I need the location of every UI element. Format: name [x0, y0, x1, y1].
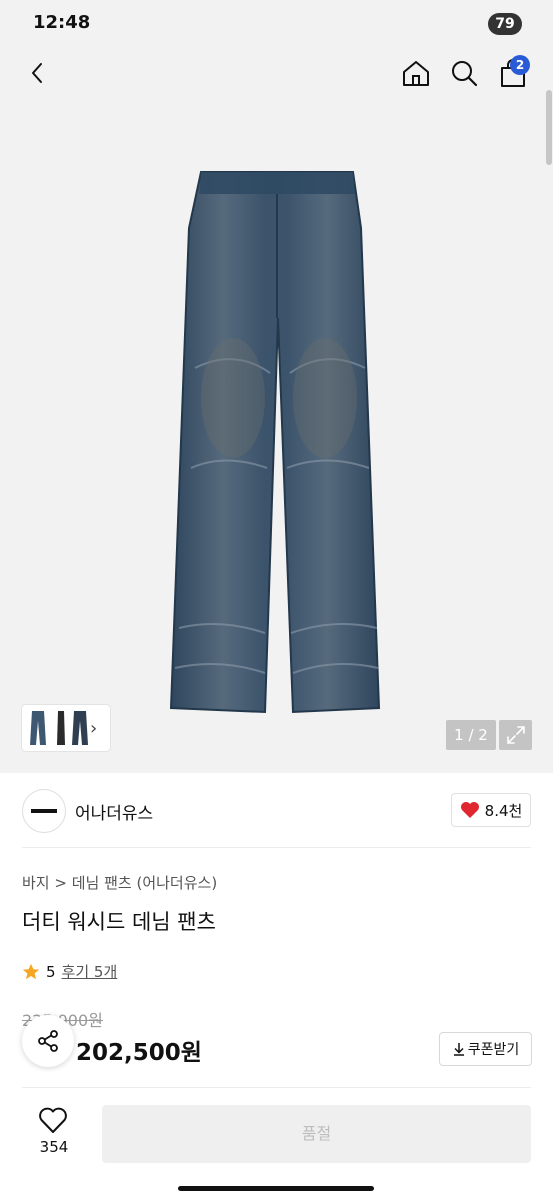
star-icon: [22, 963, 40, 979]
home-indicator: [178, 1186, 374, 1191]
rating-value: 5: [46, 962, 56, 981]
review-link[interactable]: 후기 5개: [62, 961, 118, 982]
share-button[interactable]: [22, 1015, 74, 1067]
brand-name[interactable]: 어나더유스: [75, 799, 153, 824]
back-button[interactable]: [20, 55, 56, 91]
brand-like-button[interactable]: 8.4천: [451, 793, 531, 827]
sale-price: 202,500원: [76, 1040, 202, 1066]
share-icon: [38, 1030, 58, 1052]
status-time: 12:48: [33, 12, 91, 33]
brand-logo[interactable]: [22, 789, 66, 833]
product-title: 더티 워시드 데님 팬츠: [22, 910, 216, 934]
brand-like-count: 8.4천: [484, 801, 523, 820]
thumbnail-images: [30, 711, 88, 745]
sold-out-button[interactable]: 품절: [102, 1105, 531, 1163]
product-photo-jeans[interactable]: [165, 168, 390, 718]
coupon-label: 쿠폰받기: [467, 1042, 520, 1058]
wishlist-button[interactable]: [38, 1106, 68, 1138]
rating-row: 5 후기 5개: [22, 961, 117, 982]
heart-outline-icon: [39, 1107, 67, 1133]
download-icon: [453, 1043, 464, 1056]
home-icon: [403, 61, 429, 86]
breadcrumb-item-category[interactable]: 바지: [22, 874, 50, 892]
divider: [22, 847, 531, 848]
battery-indicator: 79: [488, 13, 522, 35]
expand-icon: [506, 726, 525, 744]
scrollbar[interactable]: [546, 90, 552, 165]
home-button[interactable]: [398, 55, 434, 91]
chevron-left-icon: [32, 63, 42, 83]
breadcrumb-item-subcategory[interactable]: 데님 팬츠 (어나더유스): [72, 874, 217, 892]
chevron-right-icon[interactable]: ›: [90, 718, 97, 739]
search-button[interactable]: [446, 55, 482, 91]
breadcrumb: 바지 > 데님 팬츠 (어나더유스): [22, 872, 217, 893]
heart-icon: [460, 802, 479, 818]
search-icon: [452, 61, 478, 87]
image-page-counter: 1 / 2: [446, 720, 496, 750]
breadcrumb-separator: >: [54, 874, 72, 892]
cart-count-badge: 2: [510, 55, 530, 75]
coupon-download-button[interactable]: 쿠폰받기: [439, 1032, 532, 1066]
expand-image-button[interactable]: [499, 720, 532, 750]
wishlist-count: 354: [39, 1138, 69, 1156]
